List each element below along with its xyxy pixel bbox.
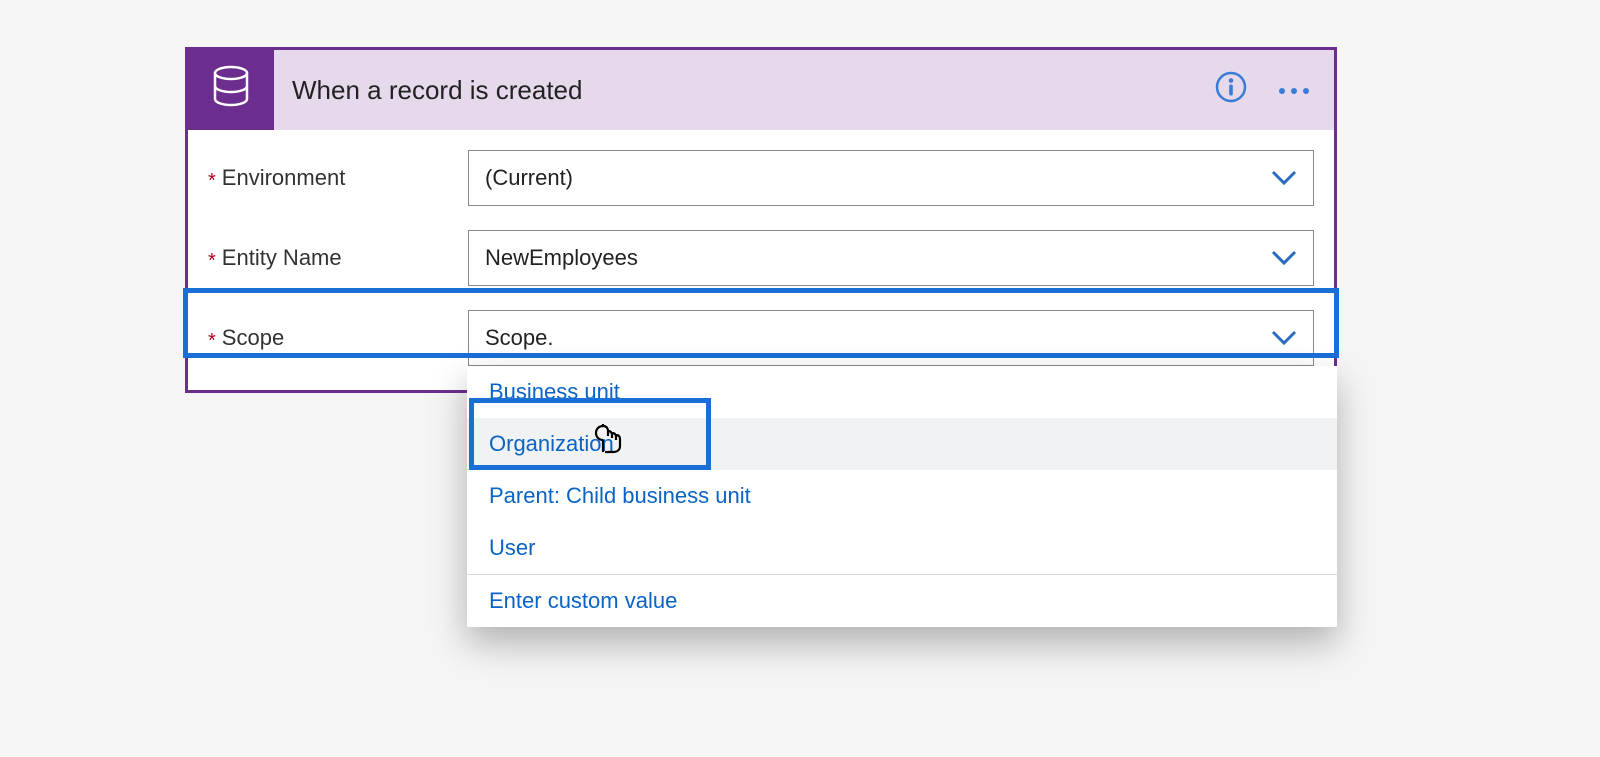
required-marker: * <box>208 251 216 271</box>
entity-name-dropdown[interactable]: NewEmployees <box>468 230 1314 286</box>
field-label-entity: * Entity Name <box>208 245 468 271</box>
card-header: When a record is created <box>188 50 1334 130</box>
entity-name-value: NewEmployees <box>485 245 638 271</box>
chevron-down-icon <box>1271 250 1297 266</box>
required-marker: * <box>208 171 216 191</box>
option-label: Parent: Child business unit <box>489 483 751 509</box>
option-label: Organization <box>489 431 614 457</box>
more-icon[interactable] <box>1276 77 1312 103</box>
database-icon <box>211 65 251 115</box>
environment-dropdown[interactable]: (Current) <box>468 150 1314 206</box>
field-label-environment: * Environment <box>208 165 468 191</box>
card-title: When a record is created <box>274 75 1214 106</box>
field-label-text: Entity Name <box>222 245 342 271</box>
option-user[interactable]: User <box>467 522 1337 574</box>
field-row-environment: * Environment (Current) <box>208 150 1314 206</box>
option-label: Enter custom value <box>489 588 677 614</box>
info-icon[interactable] <box>1214 70 1248 110</box>
card-body: * Environment (Current) * Entity Name <box>188 130 1334 390</box>
option-organization[interactable]: Organization <box>467 418 1337 470</box>
environment-value: (Current) <box>485 165 573 191</box>
chevron-down-icon <box>1271 170 1297 186</box>
chevron-down-icon <box>1271 330 1297 346</box>
field-row-scope: * Scope Scope. <box>208 310 1314 366</box>
option-label: User <box>489 535 535 561</box>
option-parent-child-bu[interactable]: Parent: Child business unit <box>467 470 1337 522</box>
field-label-scope: * Scope <box>208 325 468 351</box>
option-label: Business unit <box>489 379 620 405</box>
scope-options-dropdown: Business unit Organization Parent: Child… <box>467 366 1337 627</box>
field-row-entity: * Entity Name NewEmployees <box>208 230 1314 286</box>
field-label-text: Environment <box>222 165 346 191</box>
required-marker: * <box>208 331 216 351</box>
connector-icon-box <box>188 50 274 130</box>
trigger-card: When a record is created <box>185 47 1337 393</box>
option-enter-custom-value[interactable]: Enter custom value <box>467 575 1337 627</box>
option-business-unit[interactable]: Business unit <box>467 366 1337 418</box>
scope-value: Scope. <box>485 325 554 351</box>
field-label-text: Scope <box>222 325 284 351</box>
card-header-actions <box>1214 70 1334 110</box>
scope-dropdown[interactable]: Scope. <box>468 310 1314 366</box>
